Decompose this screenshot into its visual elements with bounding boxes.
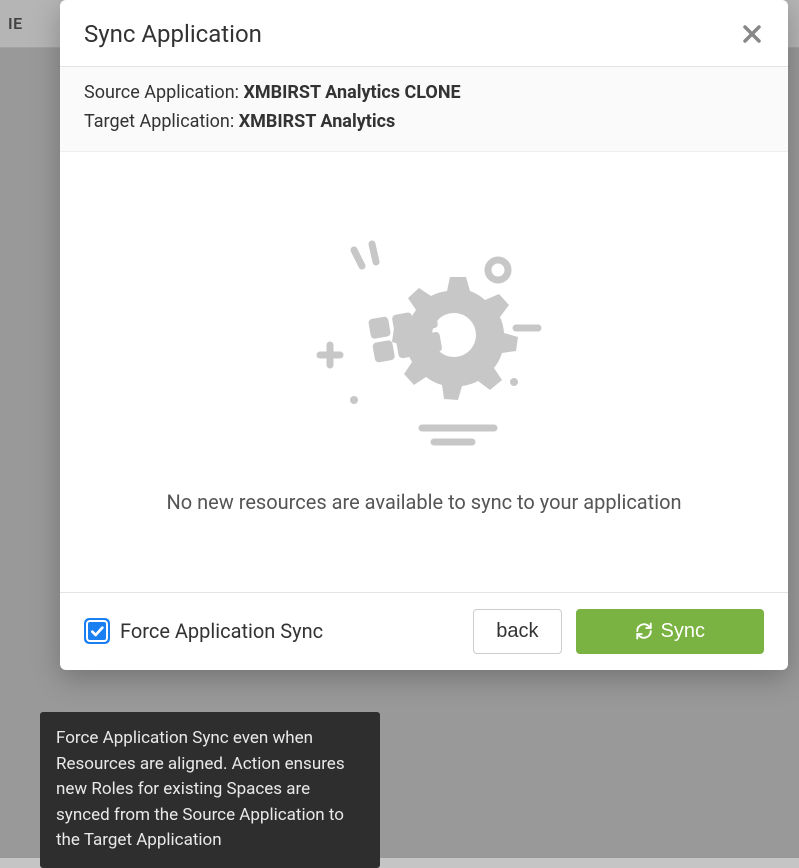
modal-title: Sync Application — [84, 20, 262, 48]
empty-state-illustration — [294, 220, 554, 460]
sync-icon — [635, 622, 653, 640]
source-value: XMBIRST Analytics CLONE — [243, 82, 460, 103]
modal-header: Sync Application — [60, 0, 788, 67]
source-label: Source Application: — [84, 82, 243, 103]
target-label: Target Application: — [84, 111, 239, 132]
check-icon — [89, 623, 105, 639]
gear-illustration-icon — [294, 220, 554, 460]
modal-footer: Force Application Sync back Sync — [60, 592, 788, 670]
force-sync-label[interactable]: Force Application Sync — [120, 619, 323, 643]
tooltip-text: Force Application Sync even when Resourc… — [56, 728, 345, 850]
target-application-row: Target Application: XMBIRST Analytics — [84, 108, 764, 137]
back-button[interactable]: back — [473, 609, 561, 654]
force-sync-tooltip: Force Application Sync even when Resourc… — [40, 712, 380, 868]
target-value: XMBIRST Analytics — [239, 111, 396, 132]
force-sync-checkbox[interactable] — [84, 618, 110, 644]
source-application-row: Source Application: XMBIRST Analytics CL… — [84, 79, 764, 108]
back-button-label: back — [496, 620, 538, 643]
footer-right: back Sync — [473, 609, 764, 654]
sync-button[interactable]: Sync — [576, 609, 764, 654]
application-info-bar: Source Application: XMBIRST Analytics CL… — [60, 67, 788, 152]
close-button[interactable] — [740, 22, 764, 46]
footer-left: Force Application Sync — [84, 618, 323, 644]
sync-application-modal: Sync Application Source Application: XMB… — [60, 0, 788, 670]
modal-body: No new resources are available to sync t… — [60, 152, 788, 592]
close-icon — [740, 22, 764, 46]
sync-button-label: Sync — [661, 620, 705, 643]
empty-state-text: No new resources are available to sync t… — [166, 490, 681, 514]
